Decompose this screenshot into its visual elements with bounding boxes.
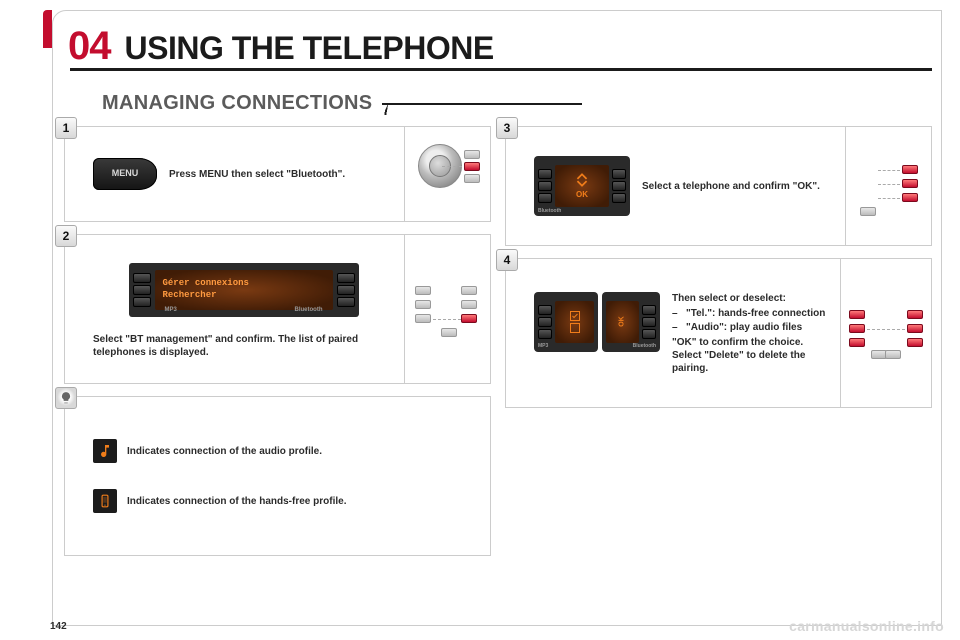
radio-screen: Gérer connexions Rechercher — [155, 270, 333, 310]
step-4-delete-text: Select "Delete" to delete the pairing. — [672, 349, 830, 375]
step-3-text: Select a telephone and confirm "OK". — [642, 180, 835, 193]
right-column: 3 OK — [505, 126, 932, 606]
menu-physical-button: MENU — [93, 158, 157, 190]
radio-foot-right: Bluetooth — [295, 307, 323, 315]
radio-side-button — [337, 297, 355, 307]
rotary-dial-icon — [414, 140, 482, 208]
step-badge: 1 — [55, 117, 77, 139]
chapter-title: USING THE TELEPHONE — [125, 30, 494, 67]
legend-audio-text: Indicates connection of the audio profil… — [127, 445, 322, 458]
radio-side-button — [538, 193, 552, 203]
radio-side-button — [612, 181, 626, 191]
step-badge: 3 — [496, 117, 518, 139]
chapter-tab — [43, 10, 52, 48]
chevron-down-icon — [575, 180, 589, 188]
chapter-number: 04 — [68, 24, 111, 69]
step-4-control — [840, 259, 931, 407]
step-2-text: Select "BT management" and confirm. The … — [93, 333, 394, 359]
screen-ok-label: OK — [576, 190, 588, 200]
hint-badge — [55, 387, 77, 409]
watermark: carmanualsonline.info — [789, 618, 944, 634]
radio-side-button — [337, 285, 355, 295]
section-heading: MANAGING CONNECTIONS — [102, 92, 932, 115]
radio-side-button — [538, 317, 552, 327]
step-4-confirm-text: "OK" to confirm the choice. — [672, 336, 830, 349]
radio-side-button — [642, 329, 656, 339]
radio-side-button — [612, 193, 626, 203]
radio-mini-foot: Bluetooth — [538, 208, 561, 215]
step-4: 4 — [505, 258, 932, 408]
music-note-icon — [93, 439, 117, 463]
radio-side-button — [538, 329, 552, 339]
step-1: 1 MENU Press MENU then select "Bluetooth… — [64, 126, 491, 222]
chapter-heading: 04 USING THE TELEPHONE — [68, 24, 928, 69]
radio-side-button — [133, 273, 151, 283]
step-badge: 2 — [55, 225, 77, 247]
legend-panel: Indicates connection of the audio profil… — [64, 396, 491, 556]
radio-mini-display: OK Bluetooth — [602, 292, 660, 352]
radio-side-button — [642, 317, 656, 327]
checkbox-checked-icon — [569, 310, 581, 322]
step-3: 3 OK — [505, 126, 932, 246]
page-number: 142 — [50, 621, 67, 632]
screen-line-1: Gérer connexions — [163, 278, 325, 290]
step-4-option-tel: "Tel.": hands-free connection — [672, 307, 830, 320]
radio-side-button — [538, 169, 552, 179]
radio-side-button — [337, 273, 355, 283]
radio-mini-foot-left: MP3 — [538, 343, 548, 350]
lightbulb-icon — [59, 391, 73, 405]
menu-button-label: MENU — [112, 168, 139, 180]
radio-mini-screen: OK — [606, 301, 639, 343]
step-2-control — [404, 235, 490, 383]
button-stack-icon — [854, 153, 924, 219]
double-button-stack-icon — [847, 298, 925, 368]
radio-side-button — [133, 285, 151, 295]
section-rule — [382, 93, 582, 115]
step-1-control — [404, 127, 490, 221]
button-stack-icon — [413, 276, 483, 342]
radio-side-button — [538, 181, 552, 191]
radio-display: Gérer connexions Rechercher MP3 Bluetoot… — [129, 263, 359, 317]
left-column: 1 MENU Press MENU then select "Bluetooth… — [64, 126, 491, 606]
step-2: 2 Gérer connexions Rechercher — [64, 234, 491, 384]
radio-side-button — [133, 297, 151, 307]
step-4-option-audio: "Audio": play audio files — [672, 321, 830, 334]
radio-side-button — [612, 169, 626, 179]
radio-side-button — [642, 305, 656, 315]
screen-line-2: Rechercher — [163, 290, 325, 302]
radio-mini-foot-right: Bluetooth — [633, 343, 656, 350]
radio-foot-left: MP3 — [165, 307, 177, 315]
step-3-control — [845, 127, 931, 245]
legend-handsfree-text: Indicates connection of the hands-free p… — [127, 495, 346, 508]
chevron-up-icon — [575, 172, 589, 180]
title-rule — [70, 68, 932, 71]
radio-mini-screen — [555, 301, 594, 343]
radio-mini-display: MP3 — [534, 292, 598, 352]
radio-mini-screen: OK — [555, 165, 609, 207]
checkbox-empty-icon — [569, 322, 581, 334]
radio-side-button — [538, 305, 552, 315]
step-badge: 4 — [496, 249, 518, 271]
screen-ok-label: OK — [618, 316, 627, 327]
step-4-heading: Then select or deselect: — [672, 292, 830, 305]
step-1-text: Press MENU then select "Bluetooth". — [169, 168, 394, 181]
radio-mini-display: OK Bluetooth — [534, 156, 630, 216]
phone-icon — [93, 489, 117, 513]
step-4-displays: MP3 OK Bluetooth — [534, 292, 660, 352]
section-title: MANAGING CONNECTIONS — [102, 92, 372, 115]
